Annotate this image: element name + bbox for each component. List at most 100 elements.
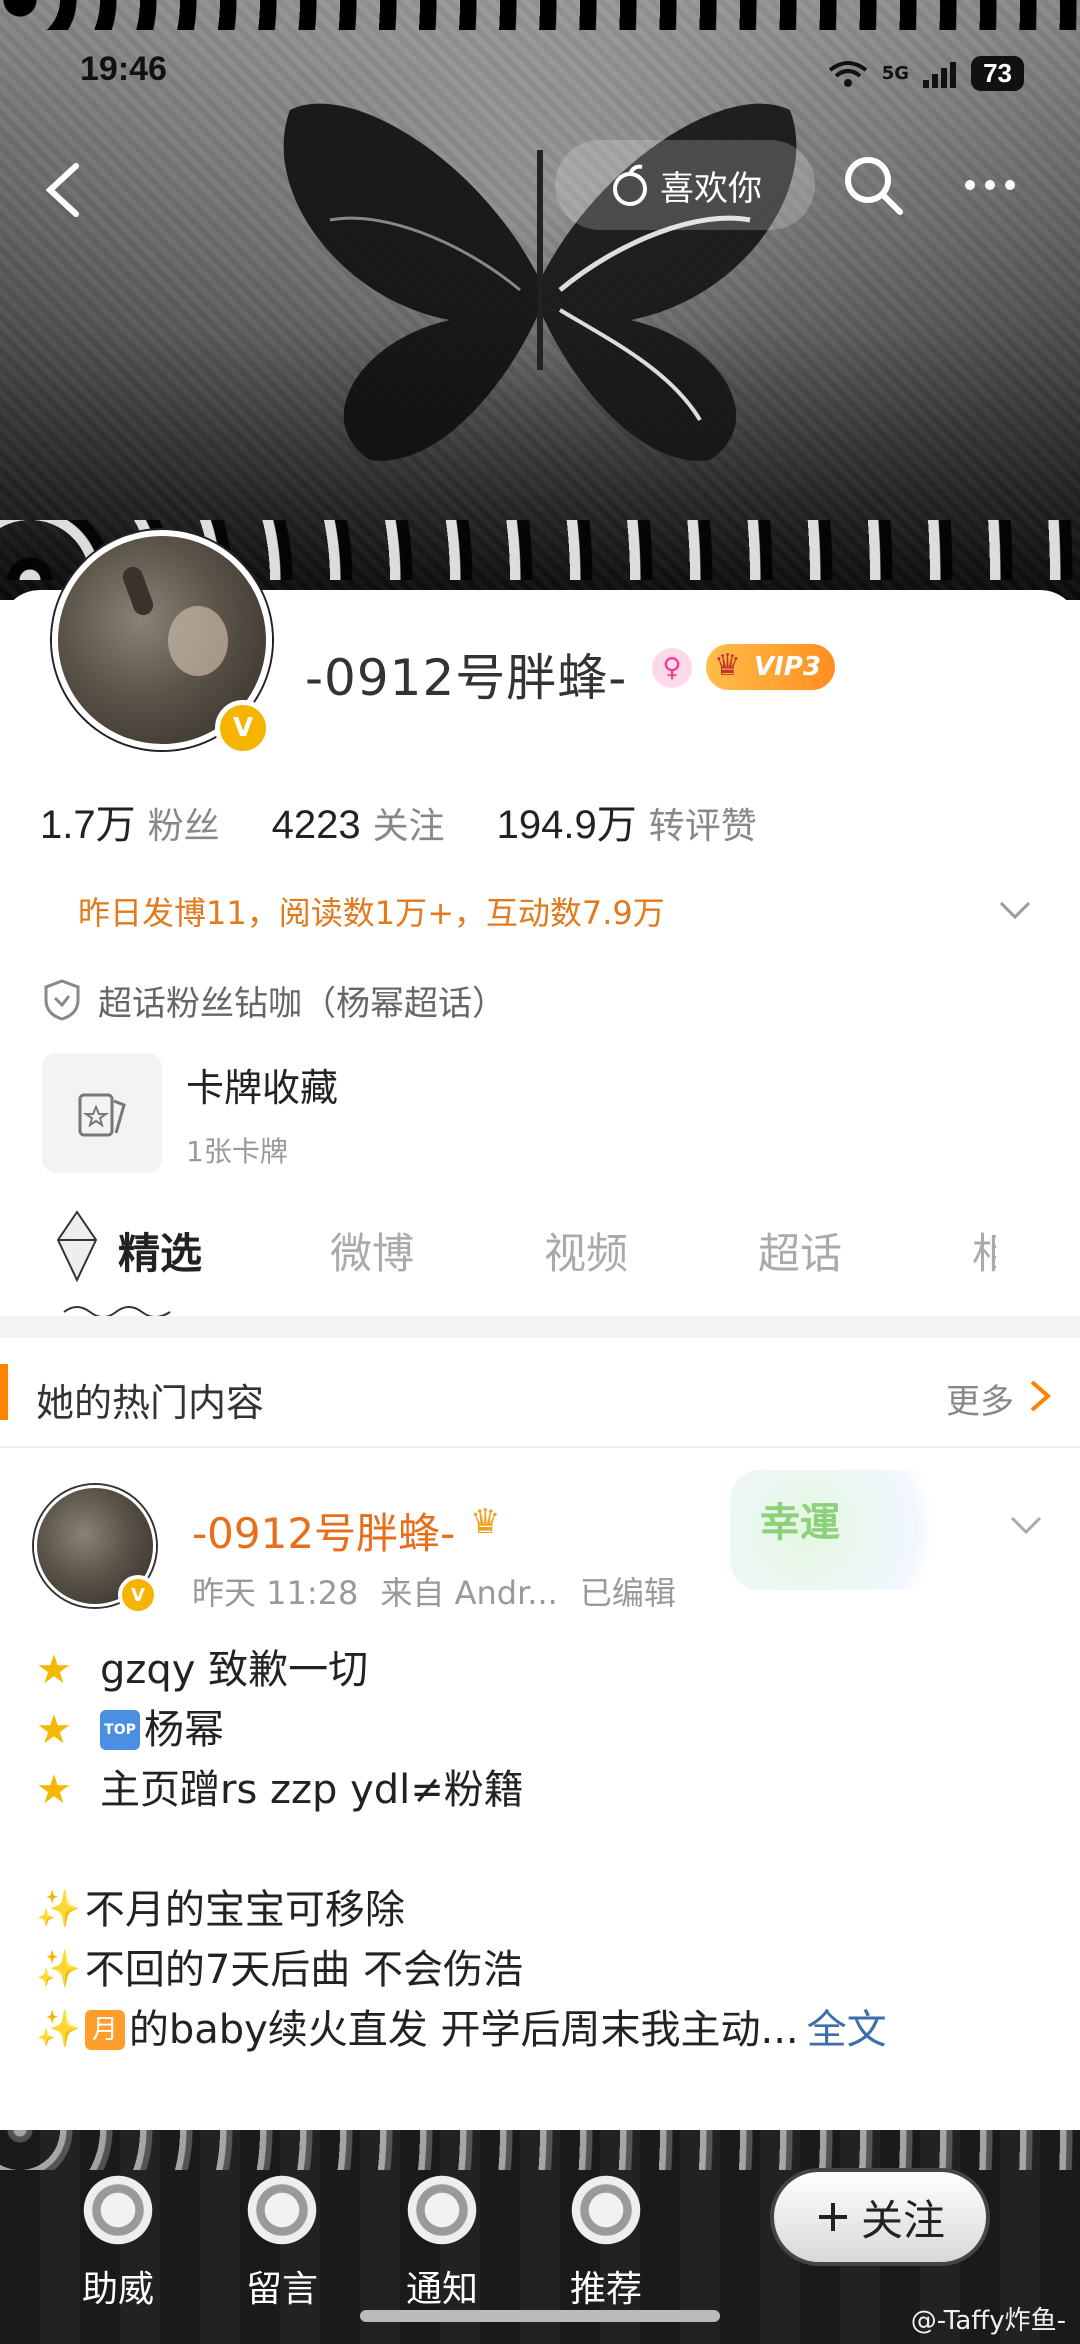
post-line-text: 主页蹭rs zzp ydl≠粉籍 (100, 1767, 524, 1813)
stat-reposts-likes[interactable]: 194.9万 转评赞 (497, 792, 757, 850)
verified-mark: V (232, 713, 254, 743)
post-body: ★ gzqy 致歉一切 ★ TOP 杨幂 ★ 主页蹭rs zzp ydl≠粉籍 … (36, 1640, 1046, 2060)
stat-value: 1.7万 (40, 803, 136, 847)
notify-button[interactable]: 通知 (372, 2150, 512, 2310)
lucky-sticker-text: 幸運 (760, 1500, 840, 1546)
avatar-detail (168, 606, 228, 676)
post-line: ★ gzqy 致歉一切 (36, 1640, 1046, 1700)
post-meta: 昨天 11:28 来自 Andr... 已编辑 (192, 1568, 676, 1614)
stat-following[interactable]: 4223 关注 (272, 797, 445, 849)
status-icons: 5G 73 (828, 56, 1024, 91)
card-collection-icon (42, 1053, 162, 1173)
tab-supertopic[interactable]: 超话 (758, 1220, 842, 1281)
wifi-icon (828, 60, 867, 87)
follow-button[interactable]: 关注 (770, 2168, 990, 2266)
search-icon[interactable] (838, 150, 908, 220)
chevron-down-icon[interactable] (995, 895, 1035, 925)
battery-indicator: 73 (971, 56, 1024, 91)
verified-v-icon: V (215, 700, 271, 756)
post-line-text: 不月的宝宝可移除 (84, 1887, 405, 1933)
profile-stats: 1.7万 粉丝 4223 关注 194.9万 转评赞 (40, 792, 809, 850)
post-line-text: 的baby续火直发 开学后周末我主动... (128, 2007, 799, 2053)
star-icon: ★ (36, 1767, 72, 1813)
verified-v-icon: V (118, 1575, 158, 1615)
card-collection-title: 卡牌收藏 (186, 1065, 339, 1110)
supertopic-badge-row[interactable]: 超话粉丝钻咖（杨幂超话） (42, 960, 1032, 1040)
moon-badge-icon: 月 (84, 2010, 125, 2050)
vip-badge[interactable]: ♛ VIP3 (706, 644, 835, 690)
diamond-ornament-icon (56, 1210, 98, 1283)
post-line-text: gzqy 致歉一切 (100, 1647, 369, 1693)
stat-label: 关注 (372, 806, 445, 847)
moon-badge-label: 月 (91, 2015, 118, 2045)
more-dots-icon[interactable] (950, 150, 1030, 220)
chevron-down-icon[interactable] (1008, 1510, 1044, 1540)
shield-icon (44, 979, 80, 1021)
full-text-link[interactable]: 全文 (807, 2000, 887, 2060)
cheer-button[interactable]: 助威 (48, 2150, 188, 2310)
stat-value: 194.9万 (496, 803, 637, 847)
more-link[interactable]: 更多 (946, 1374, 1014, 1423)
tab-videos[interactable]: 视频 (544, 1220, 628, 1281)
tab-weibo[interactable]: 微博 (330, 1220, 414, 1281)
card-collection[interactable]: 卡牌收藏 1张卡牌 (42, 1053, 338, 1173)
card-collection-count: 1张卡牌 (186, 1134, 288, 1168)
plus-icon (818, 2203, 847, 2231)
sparkles-icon: ✨ (36, 2009, 81, 2050)
signal-icon (923, 61, 957, 88)
vip-label: VIP3 (754, 652, 821, 682)
post-line: ✨ 不月的宝宝可移除 (36, 1880, 1046, 1940)
card-icon (78, 1093, 126, 1137)
post-line: ✨ 月 的baby续火直发 开学后周末我主动... 全文 (36, 2000, 1046, 2060)
crown-icon: ♛ (470, 1502, 501, 1542)
status-bar: 19:46 5G 73 (0, 0, 1080, 120)
dot (985, 180, 995, 190)
home-indicator[interactable] (360, 2310, 720, 2322)
chevron-right-icon[interactable] (1026, 1378, 1054, 1414)
female-icon: ♀ (652, 648, 692, 688)
status-time: 19:46 (80, 50, 167, 88)
section-divider (0, 1316, 1080, 1338)
top-badge-label: TOP (104, 1722, 136, 1738)
profile-name: -0912号胖蜂- (305, 649, 628, 707)
activity-summary: 昨日发博11，阅读数1万+，互动数7.9万 (78, 894, 665, 932)
message-button[interactable]: 留言 (212, 2150, 352, 2310)
star-icon: ★ (36, 1707, 72, 1753)
back-icon[interactable] (38, 160, 88, 220)
message-label: 留言 (245, 2269, 318, 2310)
like-you-label: 喜欢你 (660, 168, 762, 209)
watermark: @-Taffy炸鱼- (910, 2306, 1066, 2336)
post-edited: 已编辑 (579, 1574, 676, 1612)
tab-album[interactable]: 相 (972, 1220, 996, 1281)
stat-value: 4223 (271, 803, 361, 847)
dot (965, 180, 975, 190)
stat-label: 转评赞 (648, 806, 757, 847)
star-icon: ★ (36, 1647, 72, 1693)
post-line: ★ 主页蹭rs zzp ydl≠粉籍 (36, 1760, 1046, 1820)
like-you-button[interactable]: 喜欢你 (555, 140, 815, 230)
sparkles-icon: ✨ (36, 1949, 81, 1990)
post-time: 昨天 11:28 (192, 1574, 359, 1612)
recommend-button[interactable]: 推荐 (536, 2150, 676, 2310)
chess-piece-icon (242, 2170, 322, 2250)
rose-emblem-icon (78, 2170, 158, 2250)
post-line-blank (36, 1820, 1046, 1880)
heart-emblem-icon (402, 2170, 482, 2250)
post-card[interactable]: V -0912号胖蜂- ♛ 昨天 11:28 来自 Andr... 已编辑 幸運… (0, 1450, 1080, 2150)
follow-label: 关注 (860, 2195, 945, 2245)
notify-label: 通知 (405, 2269, 478, 2310)
card-collection-text: 卡牌收藏 1张卡牌 (186, 1057, 338, 1170)
post-line: ✨ 不回的7天后曲 不会伤浩 (36, 1940, 1046, 2000)
crown-icon: ♛ (714, 648, 741, 683)
top-arrow-icon: TOP (100, 1710, 140, 1750)
post-author-name[interactable]: -0912号胖蜂- (192, 1500, 455, 1561)
supertopic-label: 超话粉丝钻咖（杨幂超话） (98, 983, 506, 1024)
fruit-icon (613, 164, 647, 206)
verified-mark: V (131, 1584, 145, 1606)
hot-content-title: 她的热门内容 (36, 1381, 265, 1425)
stat-followers[interactable]: 1.7万 粉丝 (40, 792, 220, 850)
post-source: 来自 Andr... (380, 1574, 558, 1612)
dot (1005, 180, 1015, 190)
tab-featured[interactable]: 精选 (118, 1220, 202, 1281)
recommend-label: 推荐 (569, 2269, 642, 2310)
